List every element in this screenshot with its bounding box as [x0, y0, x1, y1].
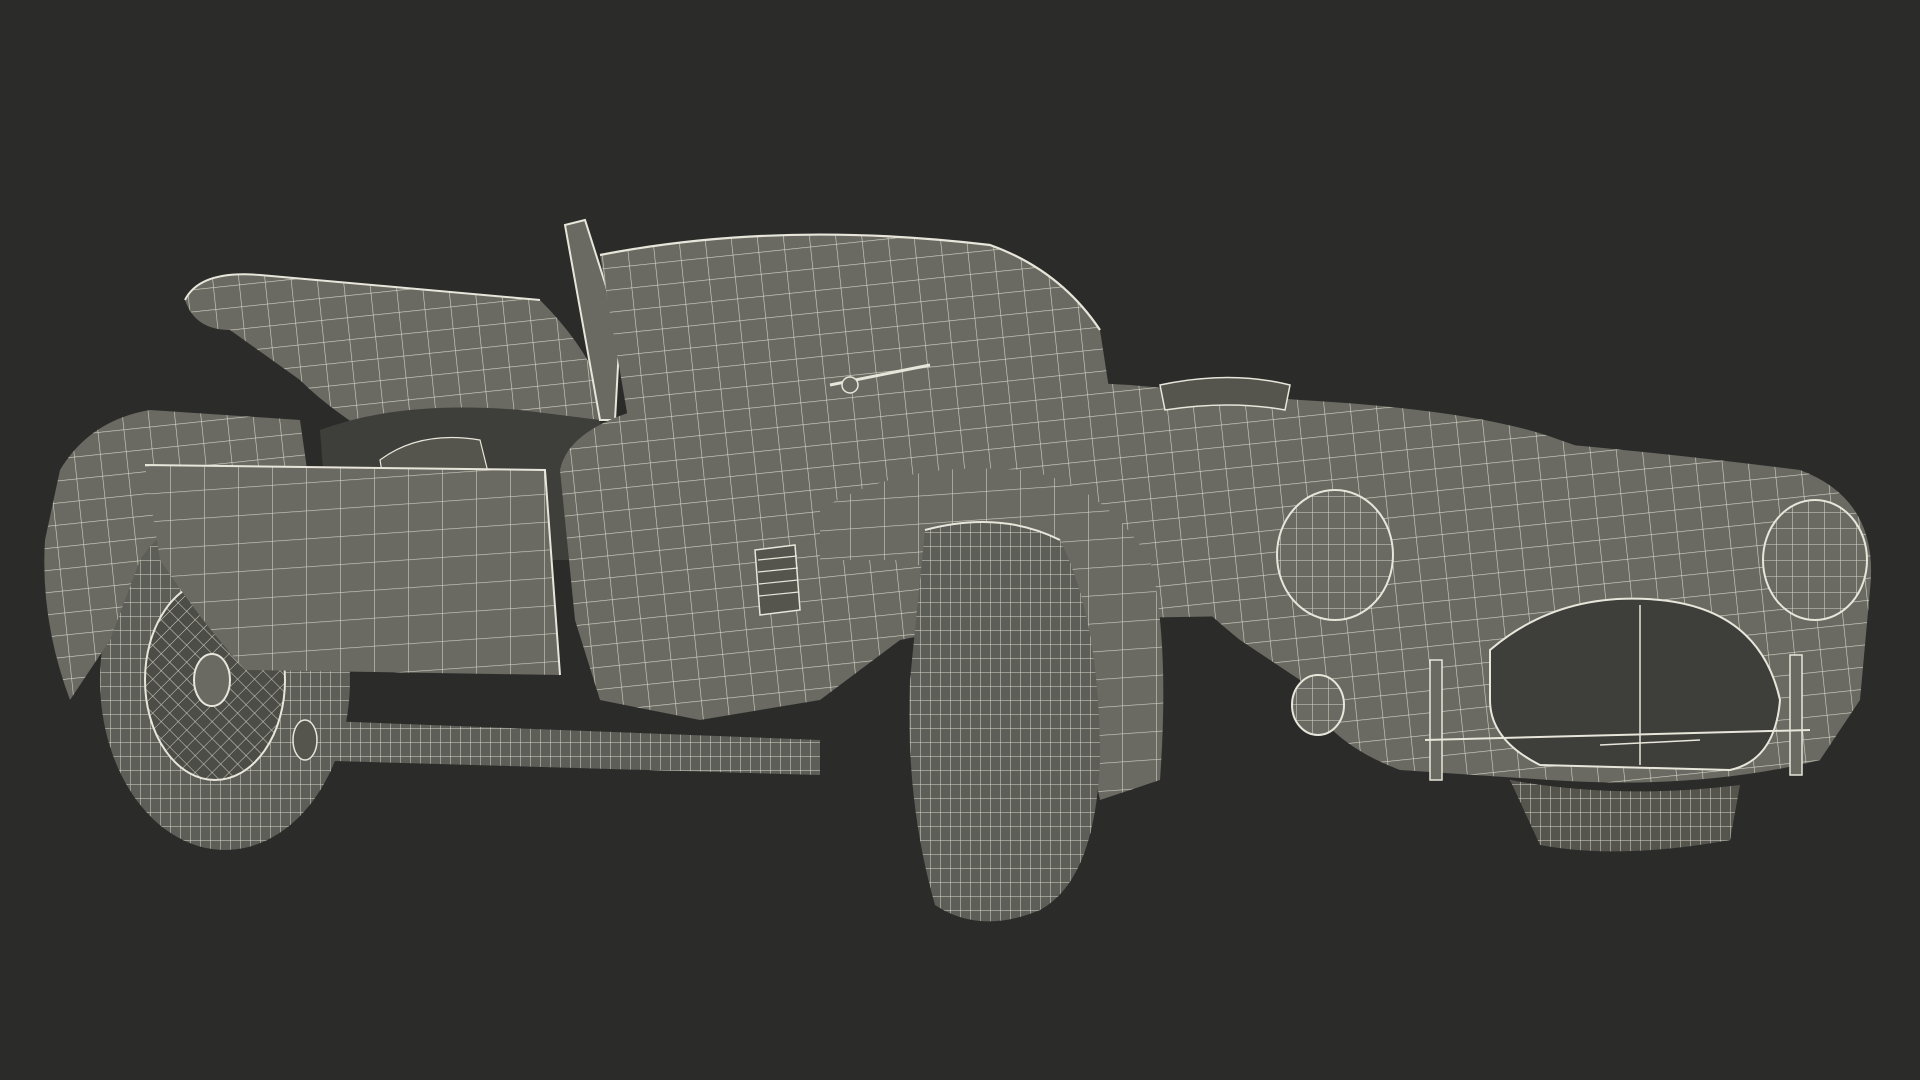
wireframe-car-render [44, 218, 1872, 922]
side-vent [754, 544, 801, 616]
lower-valance [1510, 780, 1740, 852]
front-wheel [909, 521, 1100, 922]
fog-light [1291, 674, 1345, 736]
render-viewport [0, 0, 1920, 1080]
right-headlight [1762, 499, 1868, 621]
hood-scoop [1159, 376, 1291, 411]
left-headlight [1276, 489, 1394, 621]
side-exhaust [292, 719, 820, 775]
